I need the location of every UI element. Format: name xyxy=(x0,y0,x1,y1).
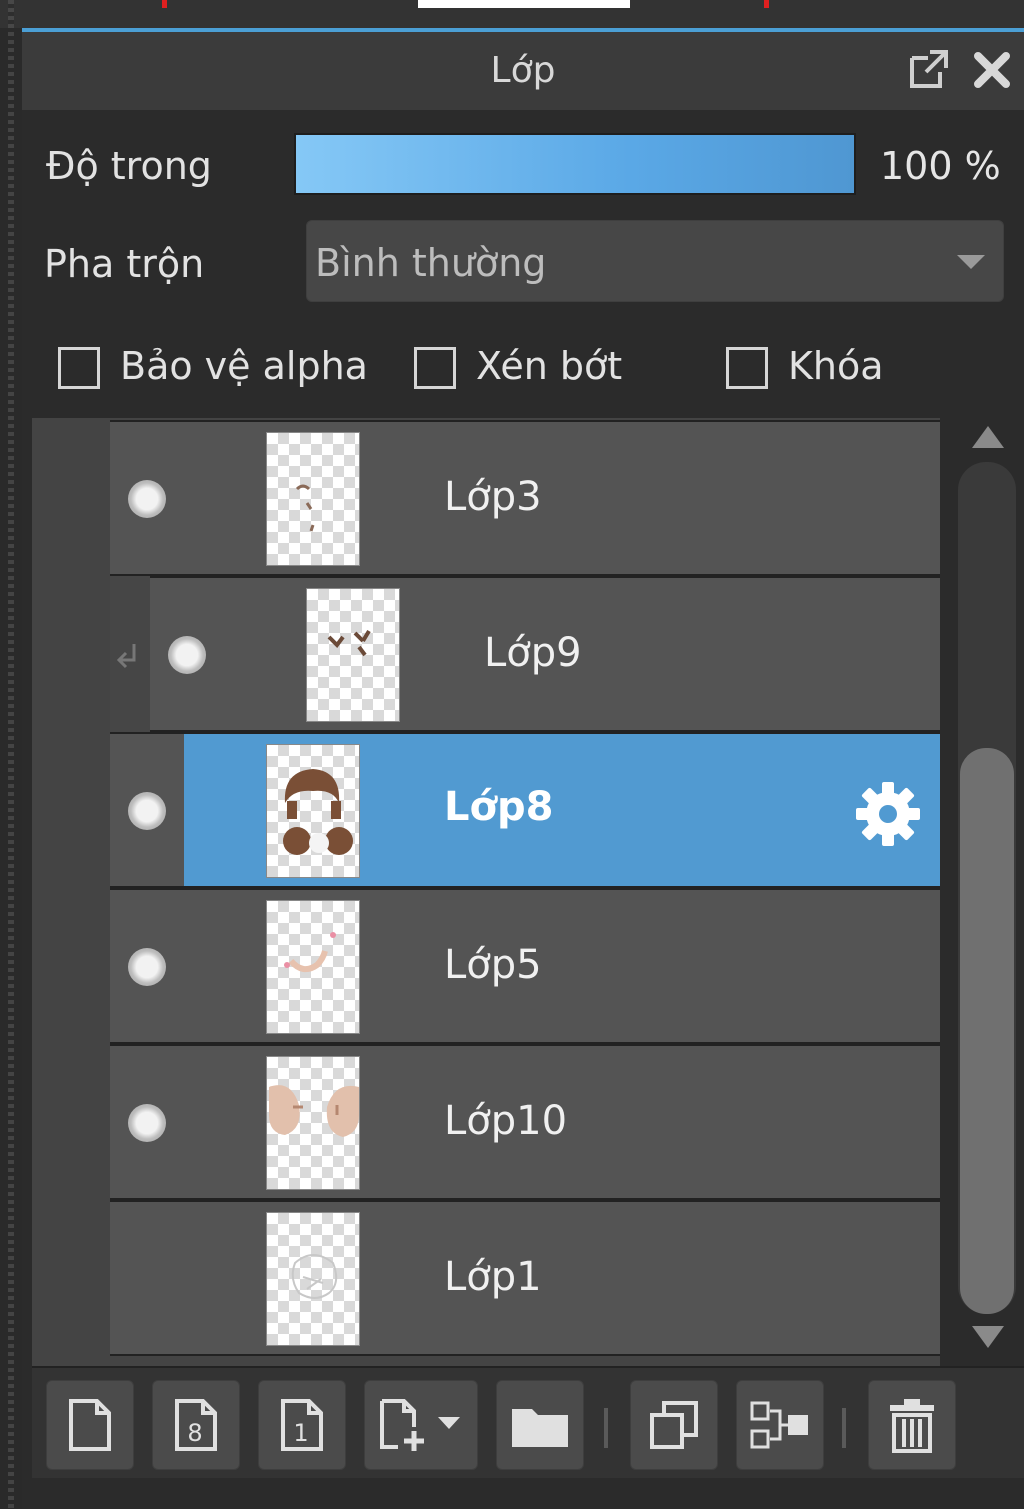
layer-list: Lớp3 Lớp9 Lớp8 Lớp5 Lớp10 Lớp1 xyxy=(32,418,940,1366)
new-folder-icon xyxy=(512,1409,568,1447)
svg-text:1: 1 xyxy=(293,1419,308,1447)
new-1bit-layer-button[interactable]: 1 xyxy=(258,1380,346,1470)
duplicate-layer-button[interactable] xyxy=(630,1380,718,1470)
visibility-toggle[interactable] xyxy=(168,636,206,674)
visibility-toggle[interactable] xyxy=(128,948,166,986)
layer-toolbar: 8 1 xyxy=(32,1366,1024,1478)
layer-name: Lớp1 xyxy=(444,1254,542,1300)
layer-name: Lớp9 xyxy=(484,630,582,676)
layer-thumbnail xyxy=(266,432,360,566)
toolbar-separator xyxy=(842,1408,846,1448)
external-window-icon[interactable] xyxy=(906,48,950,92)
new-layer-button[interactable] xyxy=(46,1380,134,1470)
layer-thumbnail xyxy=(266,1212,360,1346)
new-1bit-layer-icon: 1 xyxy=(281,1399,323,1451)
add-layer-dropdown-icon xyxy=(380,1399,460,1451)
panel-title: Lớp xyxy=(490,50,556,91)
layer-row[interactable]: Lớp3 xyxy=(110,420,940,576)
layer-name: Lớp3 xyxy=(444,474,542,520)
layer-thumbnail xyxy=(266,900,360,1034)
chevron-down-icon xyxy=(957,255,985,269)
gear-icon[interactable] xyxy=(852,778,924,850)
close-icon[interactable] xyxy=(970,48,1014,92)
clipping-label: Xén bớt xyxy=(476,344,623,388)
layer-row-selected[interactable]: Lớp8 xyxy=(110,732,940,888)
scrollbar-thumb[interactable] xyxy=(960,748,1014,1314)
blend-label: Pha trộn xyxy=(44,242,205,286)
clipping-checkbox[interactable] xyxy=(414,347,456,389)
new-8bit-layer-icon: 8 xyxy=(175,1399,217,1451)
clip-indent xyxy=(110,576,150,732)
visibility-toggle[interactable] xyxy=(128,480,166,518)
layer-row[interactable]: Lớp5 xyxy=(110,888,940,1044)
protect-alpha-checkbox[interactable] xyxy=(58,347,100,389)
visibility-toggle[interactable] xyxy=(128,792,166,830)
layer-row[interactable]: Lớp1 xyxy=(110,1200,940,1356)
protect-alpha-label: Bảo vệ alpha xyxy=(120,344,368,388)
merge-layer-icon xyxy=(750,1401,808,1449)
new-8bit-layer-button[interactable]: 8 xyxy=(152,1380,240,1470)
ruler-marker xyxy=(162,0,167,8)
duplicate-layer-icon xyxy=(650,1401,698,1449)
layer-panel: Lớp Độ trong 100 % Pha trộn Bình thường … xyxy=(22,32,1024,1509)
ruler-marker xyxy=(764,0,769,8)
canvas-top-strip xyxy=(0,0,1024,28)
layer-thumbnail xyxy=(266,1056,360,1190)
scroll-up-icon[interactable] xyxy=(972,426,1004,448)
delete-layer-button[interactable] xyxy=(868,1380,956,1470)
layer-row[interactable]: Lớp10 xyxy=(110,1044,940,1200)
layer-name: Lớp5 xyxy=(444,942,542,988)
delete-layer-icon xyxy=(890,1399,934,1453)
visibility-toggle[interactable] xyxy=(128,1104,166,1142)
new-layer-icon xyxy=(69,1399,111,1451)
ruler-highlight xyxy=(418,0,630,8)
layer-thumbnail xyxy=(266,744,360,878)
clipping-arrow-icon xyxy=(116,644,136,669)
layer-name: Lớp8 xyxy=(444,784,554,830)
panel-titlebar[interactable]: Lớp xyxy=(22,32,1024,110)
layer-list-scrollbar[interactable] xyxy=(944,418,1024,1366)
lock-label: Khóa xyxy=(788,344,884,388)
opacity-value: 100 % xyxy=(880,144,1001,188)
add-layer-dropdown-button[interactable] xyxy=(364,1380,478,1470)
new-folder-button[interactable] xyxy=(496,1380,584,1470)
opacity-label: Độ trong xyxy=(46,144,212,188)
layer-row[interactable]: Lớp9 xyxy=(150,576,940,732)
toolbar-separator xyxy=(604,1408,608,1448)
dock-edge xyxy=(8,0,14,1509)
layer-name: Lớp10 xyxy=(444,1098,568,1144)
blend-mode-select[interactable]: Bình thường xyxy=(306,220,1004,302)
merge-layer-button[interactable] xyxy=(736,1380,824,1470)
svg-text:8: 8 xyxy=(187,1419,202,1447)
blend-mode-value: Bình thường xyxy=(315,241,547,285)
scroll-down-icon[interactable] xyxy=(972,1326,1004,1348)
lock-checkbox[interactable] xyxy=(726,347,768,389)
layer-thumbnail xyxy=(306,588,400,722)
opacity-slider[interactable] xyxy=(294,133,856,195)
